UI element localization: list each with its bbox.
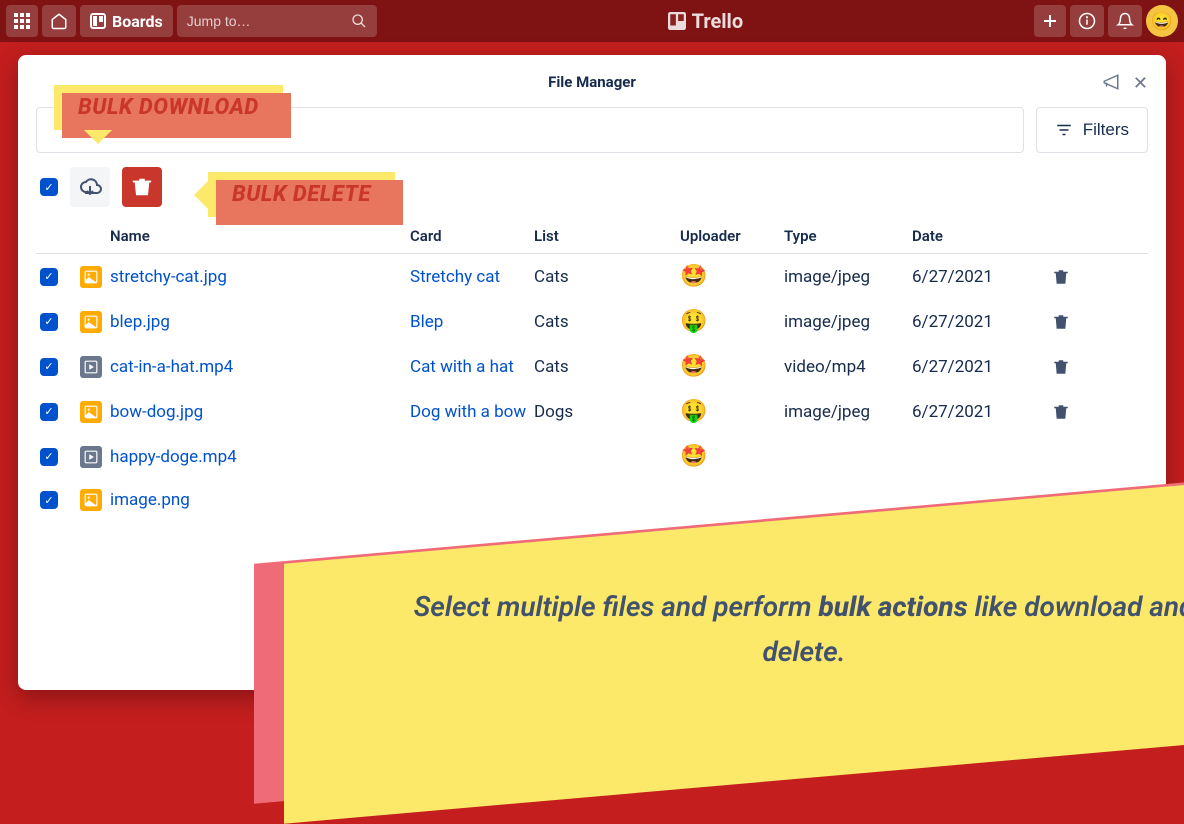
file-type: video/mp4 bbox=[784, 357, 912, 377]
row-checkbox[interactable]: ✓ bbox=[40, 313, 58, 331]
card-link[interactable]: Dog with a bow bbox=[410, 402, 526, 422]
file-name-link[interactable]: image.png bbox=[110, 490, 190, 510]
modal-title: File Manager bbox=[548, 73, 636, 91]
uploader-avatar[interactable]: 🤑 bbox=[680, 399, 707, 424]
trello-logo[interactable]: Trello bbox=[381, 9, 1030, 33]
col-type[interactable]: Type bbox=[784, 227, 912, 245]
jump-to-search[interactable] bbox=[177, 5, 377, 37]
search-icon bbox=[351, 13, 367, 29]
table-header: Name Card List Uploader Type Date bbox=[36, 219, 1148, 254]
promo-banner: Select multiple files and perform bulk a… bbox=[284, 480, 1184, 700]
list-name: Cats bbox=[534, 357, 680, 377]
file-date: 6/27/2021 bbox=[912, 312, 1052, 332]
row-checkbox[interactable]: ✓ bbox=[40, 491, 58, 509]
table-row: ✓ happy-doge.mp4 🤩 bbox=[36, 434, 1148, 479]
file-name-link[interactable]: stretchy-cat.jpg bbox=[110, 267, 227, 287]
delete-row-button[interactable] bbox=[1052, 268, 1092, 286]
home-button[interactable] bbox=[42, 5, 76, 37]
file-date: 6/27/2021 bbox=[912, 402, 1052, 422]
uploader-avatar[interactable]: 🤩 bbox=[680, 264, 707, 289]
filter-icon bbox=[1055, 121, 1073, 139]
image-file-icon bbox=[80, 401, 102, 423]
row-checkbox[interactable]: ✓ bbox=[40, 268, 58, 286]
table-row: ✓ bow-dog.jpg Dog with a bow Dogs🤑 image/jpe… bbox=[36, 389, 1148, 434]
col-list[interactable]: List bbox=[534, 227, 680, 245]
boards-button[interactable]: Boards bbox=[80, 5, 173, 37]
uploader-avatar[interactable]: 🤩 bbox=[680, 354, 707, 379]
bulk-download-button[interactable] bbox=[70, 167, 110, 207]
file-type: image/jpeg bbox=[784, 312, 912, 332]
close-icon[interactable]: ✕ bbox=[1133, 73, 1148, 94]
file-type: image/jpeg bbox=[784, 402, 912, 422]
list-name: Dogs bbox=[534, 402, 680, 422]
col-name[interactable]: Name bbox=[110, 227, 410, 245]
jump-to-input[interactable] bbox=[187, 13, 327, 29]
video-file-icon bbox=[80, 356, 102, 378]
file-name-link[interactable]: blep.jpg bbox=[110, 312, 170, 332]
delete-row-button[interactable] bbox=[1052, 358, 1092, 376]
table-row: ✓ cat-in-a-hat.mp4 Cat with a hat Cats🤩 vide… bbox=[36, 344, 1148, 389]
banner-text-pre: Select multiple files and perform bbox=[414, 590, 819, 623]
image-file-icon bbox=[80, 311, 102, 333]
file-date: 6/27/2021 bbox=[912, 267, 1052, 287]
trash-icon bbox=[131, 176, 153, 198]
table-row: ✓ blep.jpg Blep Cats🤑 image/jpeg6/27/2021 bbox=[36, 299, 1148, 344]
video-file-icon bbox=[80, 446, 102, 468]
file-date: 6/27/2021 bbox=[912, 357, 1052, 377]
card-link[interactable]: Blep bbox=[410, 312, 443, 332]
uploader-avatar[interactable]: 🤑 bbox=[680, 309, 707, 334]
filters-label: Filters bbox=[1083, 120, 1129, 140]
notifications-button[interactable] bbox=[1108, 5, 1142, 37]
list-name: Cats bbox=[534, 267, 680, 287]
delete-row-button[interactable] bbox=[1052, 403, 1092, 421]
file-type: image/jpeg bbox=[784, 267, 912, 287]
apps-menu-button[interactable] bbox=[6, 5, 38, 37]
card-link[interactable]: Stretchy cat bbox=[410, 267, 500, 287]
row-checkbox[interactable]: ✓ bbox=[40, 448, 58, 466]
image-file-icon bbox=[80, 489, 102, 511]
file-name-link[interactable]: cat-in-a-hat.mp4 bbox=[110, 357, 233, 377]
col-date[interactable]: Date bbox=[912, 227, 1052, 245]
delete-row-button[interactable] bbox=[1052, 313, 1092, 331]
brand-label: Trello bbox=[692, 9, 744, 33]
col-card[interactable]: Card bbox=[410, 227, 534, 245]
uploader-avatar[interactable]: 🤩 bbox=[680, 444, 707, 469]
trello-top-bar: Boards Trello 😄 bbox=[0, 0, 1184, 42]
card-link[interactable]: Cat with a hat bbox=[410, 357, 514, 377]
avatar[interactable]: 😄 bbox=[1146, 5, 1178, 37]
info-button[interactable] bbox=[1070, 5, 1104, 37]
list-name: Cats bbox=[534, 312, 680, 332]
create-button[interactable] bbox=[1034, 5, 1066, 37]
image-file-icon bbox=[80, 266, 102, 288]
cloud-download-icon bbox=[78, 175, 102, 199]
row-checkbox[interactable]: ✓ bbox=[40, 358, 58, 376]
file-name-link[interactable]: happy-doge.mp4 bbox=[110, 447, 237, 467]
boards-label: Boards bbox=[112, 12, 163, 31]
callout-bulk-delete: BULK DELETE bbox=[208, 172, 395, 217]
file-name-link[interactable]: bow-dog.jpg bbox=[110, 402, 203, 422]
banner-text-bold: bulk actions bbox=[818, 590, 967, 623]
col-uploader[interactable]: Uploader bbox=[680, 227, 784, 245]
filters-button[interactable]: Filters bbox=[1036, 107, 1148, 153]
announce-icon[interactable] bbox=[1102, 73, 1120, 91]
table-row: ✓ stretchy-cat.jpg Stretchy cat Cats🤩 image/… bbox=[36, 254, 1148, 299]
select-all-checkbox[interactable]: ✓ bbox=[40, 178, 58, 196]
callout-bulk-download: BULK DOWNLOAD bbox=[54, 85, 283, 130]
bulk-delete-button[interactable] bbox=[122, 167, 162, 207]
row-checkbox[interactable]: ✓ bbox=[40, 403, 58, 421]
